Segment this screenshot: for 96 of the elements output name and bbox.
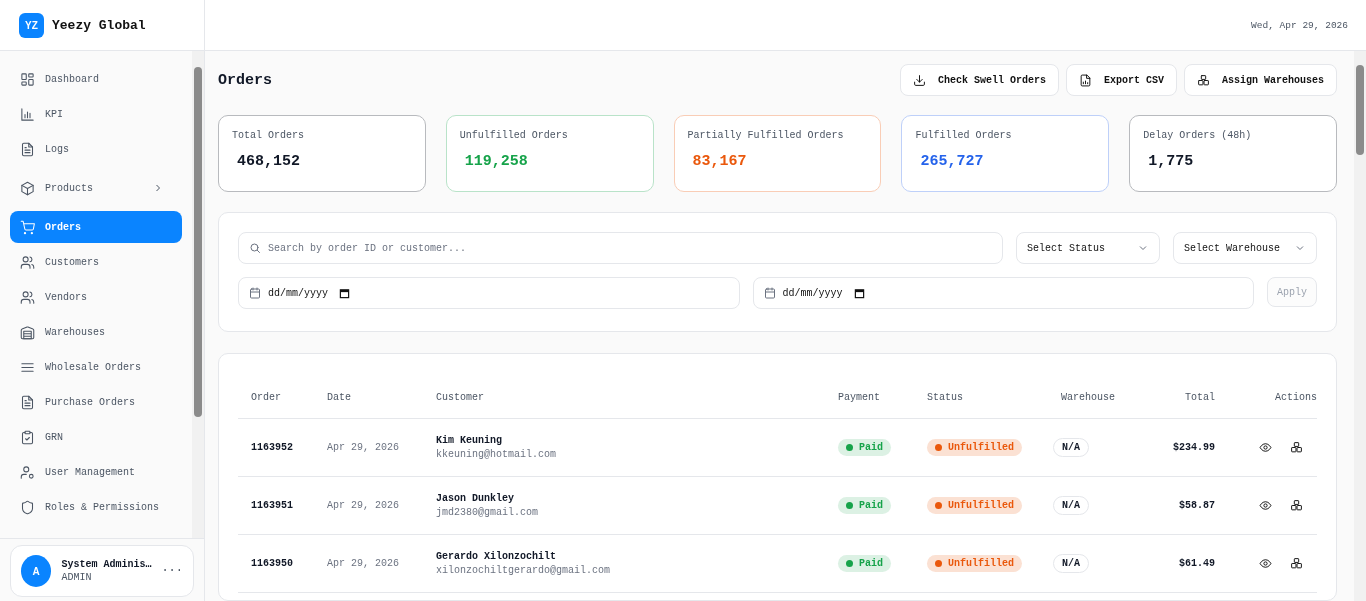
logo-badge: YZ [19, 12, 44, 38]
search-icon [249, 242, 261, 254]
action-button[interactable]: Export CSV [1065, 64, 1177, 96]
sidebar-item[interactable]: Products [10, 168, 182, 208]
customer-email: kkeuning@hotmail.com [436, 449, 558, 460]
payment-badge: Paid [838, 439, 891, 456]
shield-icon [20, 499, 35, 515]
order-date: Apr 29, 2026 [327, 558, 399, 569]
stat-value: 1,775 [1147, 153, 1195, 170]
customer-email: jmd2380@gmail.com [436, 507, 540, 518]
avatar: A [21, 555, 52, 587]
clipboard-check-icon [20, 429, 35, 445]
stat-label: Delay Orders (48h) [1143, 130, 1253, 141]
document-icon [20, 141, 35, 157]
column-header: Warehouse [1060, 376, 1144, 419]
sidebar-item[interactable]: Warehouses [10, 316, 182, 348]
customer-name: Jason Dunkley [436, 493, 515, 504]
column-header: Date [326, 376, 435, 419]
warehouse-icon [20, 324, 35, 340]
users-icon [20, 254, 35, 270]
sidebar-item[interactable]: Logs [10, 133, 182, 165]
bar-chart-icon [20, 106, 35, 122]
sidebar-item[interactable]: GRN [10, 421, 182, 453]
status-badge: Unfulfilled [927, 555, 1022, 572]
boxes-icon[interactable] [1290, 499, 1303, 512]
sidebar-item[interactable]: Vendors [10, 281, 182, 313]
user-role: ADMIN [61, 572, 93, 583]
payment-badge: Paid [838, 497, 891, 514]
order-date: Apr 29, 2026 [327, 442, 399, 453]
spreadsheet-icon [1078, 73, 1092, 87]
order-id: 1163951 [251, 500, 293, 511]
eye-icon[interactable] [1259, 557, 1272, 570]
order-date: Apr 29, 2026 [327, 500, 399, 511]
column-header: Total [1144, 376, 1216, 419]
order-total: $58.87 [1179, 500, 1215, 511]
column-header: Order [238, 376, 326, 419]
customer-name: Gerardo Xilonzochilt [436, 551, 558, 562]
customer-email: xilonzochiltgerardo@gmail.com [436, 565, 612, 576]
boxes-icon[interactable] [1290, 441, 1303, 454]
cart-icon [20, 219, 35, 235]
boxes-icon[interactable] [1290, 557, 1303, 570]
action-button[interactable]: Check Swell Orders [899, 64, 1059, 96]
sidebar-item[interactable]: Customers [10, 246, 182, 278]
date-field[interactable]: dd/mm/yyyy [238, 277, 740, 309]
sidebar-item[interactable]: Purchase Orders [10, 386, 182, 418]
brand-name: Yeezy Global [52, 17, 146, 33]
column-header: Status [926, 376, 1060, 419]
calendar-icon [853, 287, 865, 299]
users-icon [20, 289, 35, 305]
more-button[interactable]: ··· [161, 564, 183, 578]
order-id: 1163950 [251, 558, 293, 569]
download-icon [912, 73, 926, 87]
calendar-icon [249, 287, 261, 299]
header-date: Wed, Apr 29, 2026 [1251, 19, 1348, 31]
order-total: $234.99 [1173, 442, 1215, 453]
sidebar-item[interactable]: Roles & Permissions [10, 491, 182, 523]
sidebar-item[interactable]: KPI [10, 98, 182, 130]
stat-value: 119,258 [463, 153, 529, 170]
order-total: $61.49 [1179, 558, 1215, 569]
status-select[interactable]: Select Status [1016, 232, 1160, 264]
stat-value: 83,167 [691, 153, 748, 170]
column-header: Customer [435, 376, 837, 419]
search-field[interactable]: Search by order ID or customer... [238, 232, 1003, 264]
date-field[interactable]: dd/mm/yyyy [752, 277, 1254, 309]
calendar-icon [339, 287, 350, 299]
eye-icon[interactable] [1259, 499, 1272, 512]
sidebar-item[interactable]: Wholesale Orders [10, 351, 182, 383]
column-header: Actions [1216, 376, 1317, 419]
scrollbar[interactable] [192, 51, 204, 538]
stat-label: Partially Fulfilled Orders [687, 130, 845, 141]
sidebar-item[interactable]: Dashboard [10, 63, 182, 95]
calendar-icon [763, 287, 776, 299]
grid-icon [20, 71, 35, 87]
user-name: System Adminis… [61, 559, 152, 570]
payment-badge: Paid [838, 555, 891, 572]
stat-value: 468,152 [236, 153, 301, 170]
sidebar-item[interactable]: User Management [10, 456, 182, 488]
cube-icon [20, 180, 35, 196]
page-title: Orders [218, 71, 272, 89]
boxes-icon [1196, 73, 1210, 87]
user-gear-icon [20, 464, 35, 480]
customer-name: Kim Keuning [436, 435, 503, 446]
column-header: Payment [837, 376, 926, 419]
status-badge: Unfulfilled [927, 497, 1022, 514]
status-badge: Unfulfilled [927, 439, 1022, 456]
warehouse-select[interactable]: Select Warehouse [1173, 232, 1317, 264]
stat-value: 265,727 [919, 153, 985, 170]
action-button[interactable]: Assign Warehouses [1183, 64, 1337, 96]
sidebar-item[interactable]: Orders [10, 211, 182, 243]
order-id: 1163952 [251, 442, 293, 453]
scrollbar[interactable] [1354, 51, 1366, 601]
stat-label: Total Orders [232, 130, 305, 141]
eye-icon[interactable] [1259, 441, 1272, 454]
stat-label: Fulfilled Orders [915, 130, 1013, 141]
document-icon [20, 394, 35, 410]
stat-label: Unfulfilled Orders [459, 130, 569, 141]
